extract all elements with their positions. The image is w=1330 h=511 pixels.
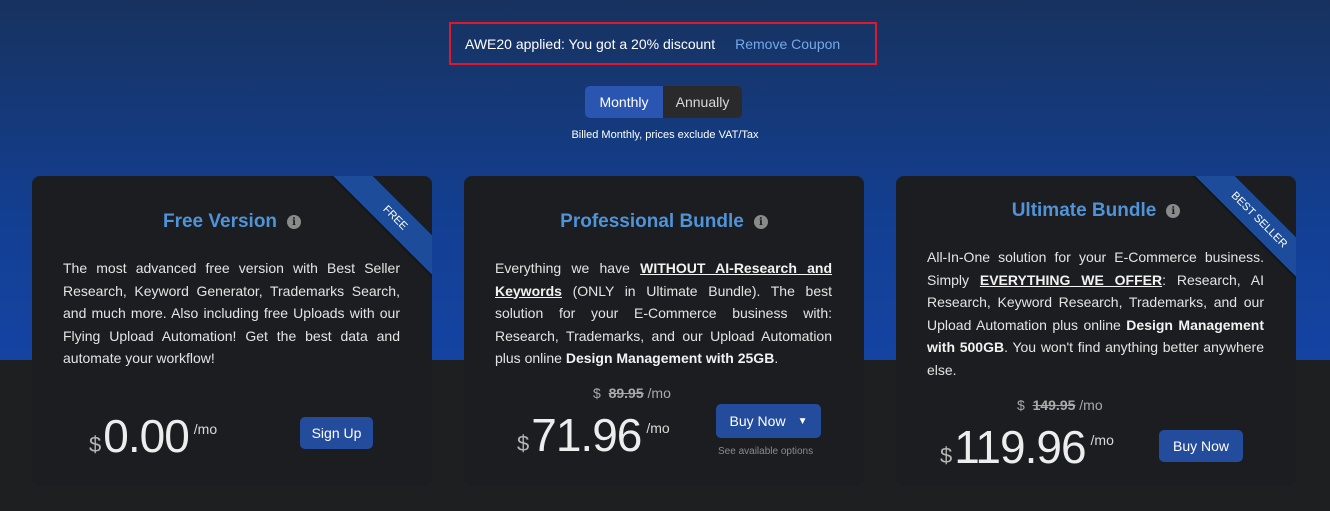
buy-now-label: Buy Now xyxy=(729,413,786,429)
buy-now-dropdown-button[interactable]: Buy Now ▼ xyxy=(716,404,821,438)
coupon-banner: AWE20 applied: You got a 20% discount Re… xyxy=(449,22,877,65)
price-currency: $ xyxy=(89,432,102,457)
info-icon[interactable]: i xyxy=(287,215,302,229)
remove-coupon-link[interactable]: Remove Coupon xyxy=(735,36,840,52)
price-period: /mo xyxy=(646,420,670,436)
plan-card-professional: Professional Bundle i Everything we have… xyxy=(464,176,864,486)
plan-title: Free Version i xyxy=(32,211,432,233)
price-amount: 71.96 xyxy=(531,409,642,461)
chevron-down-icon: ▼ xyxy=(797,415,808,427)
plan-card-ultimate: BEST SELLER Ultimate Bundle i All-In-One… xyxy=(896,176,1296,486)
plan-description: Everything we have WITHOUT AI-Research a… xyxy=(495,260,832,366)
price-amount: 119.96 xyxy=(954,421,1086,473)
plan-price: $ 71.96 /mo xyxy=(517,408,670,462)
original-price-amount: 89.95 xyxy=(608,385,644,401)
see-options-link[interactable]: See available options xyxy=(718,446,813,457)
plan-price: $ 0.00 /mo xyxy=(89,409,217,463)
info-icon[interactable]: i xyxy=(753,215,768,229)
billing-note: Billed Monthly, prices exclude VAT/Tax xyxy=(571,129,759,141)
buy-now-button[interactable]: Buy Now xyxy=(1159,430,1243,462)
price-currency: $ xyxy=(940,443,953,468)
emphasis-text: EVERYTHING WE OFFER xyxy=(979,271,1163,288)
original-price: $ 149.95 /mo xyxy=(1017,397,1103,413)
plan-title-text: Ultimate Bundle xyxy=(1011,200,1157,221)
toggle-annually[interactable]: Annually xyxy=(663,86,742,118)
plan-description: All-In-One solution for your E-Commerce … xyxy=(927,249,1265,378)
price-currency: $ xyxy=(517,431,530,456)
price-period: /mo xyxy=(193,421,218,437)
plan-price: $ 119.96 /mo xyxy=(940,420,1114,474)
plan-card-free: FREE Free Version i The most advanced fr… xyxy=(32,176,432,486)
billing-toggle: Monthly Annually xyxy=(585,86,742,118)
bold-text: Design Management with 25GB xyxy=(565,350,775,366)
plan-title: Professional Bundle i xyxy=(464,211,864,233)
plan-title: Ultimate Bundle i xyxy=(896,200,1296,222)
toggle-monthly[interactable]: Monthly xyxy=(585,86,663,118)
info-icon[interactable]: i xyxy=(1166,204,1181,218)
plan-description: The most advanced free version with Best… xyxy=(63,260,400,366)
plan-title-text: Professional Bundle xyxy=(560,211,744,232)
original-price: $ 89.95 /mo xyxy=(593,385,671,401)
coupon-message: AWE20 applied: You got a 20% discount xyxy=(465,35,716,52)
price-amount: 0.00 xyxy=(103,410,190,462)
price-period: /mo xyxy=(1090,432,1114,448)
original-price-amount: 149.95 xyxy=(1032,397,1076,413)
plan-title-text: Free Version xyxy=(162,211,278,232)
sign-up-button[interactable]: Sign Up xyxy=(300,417,373,449)
